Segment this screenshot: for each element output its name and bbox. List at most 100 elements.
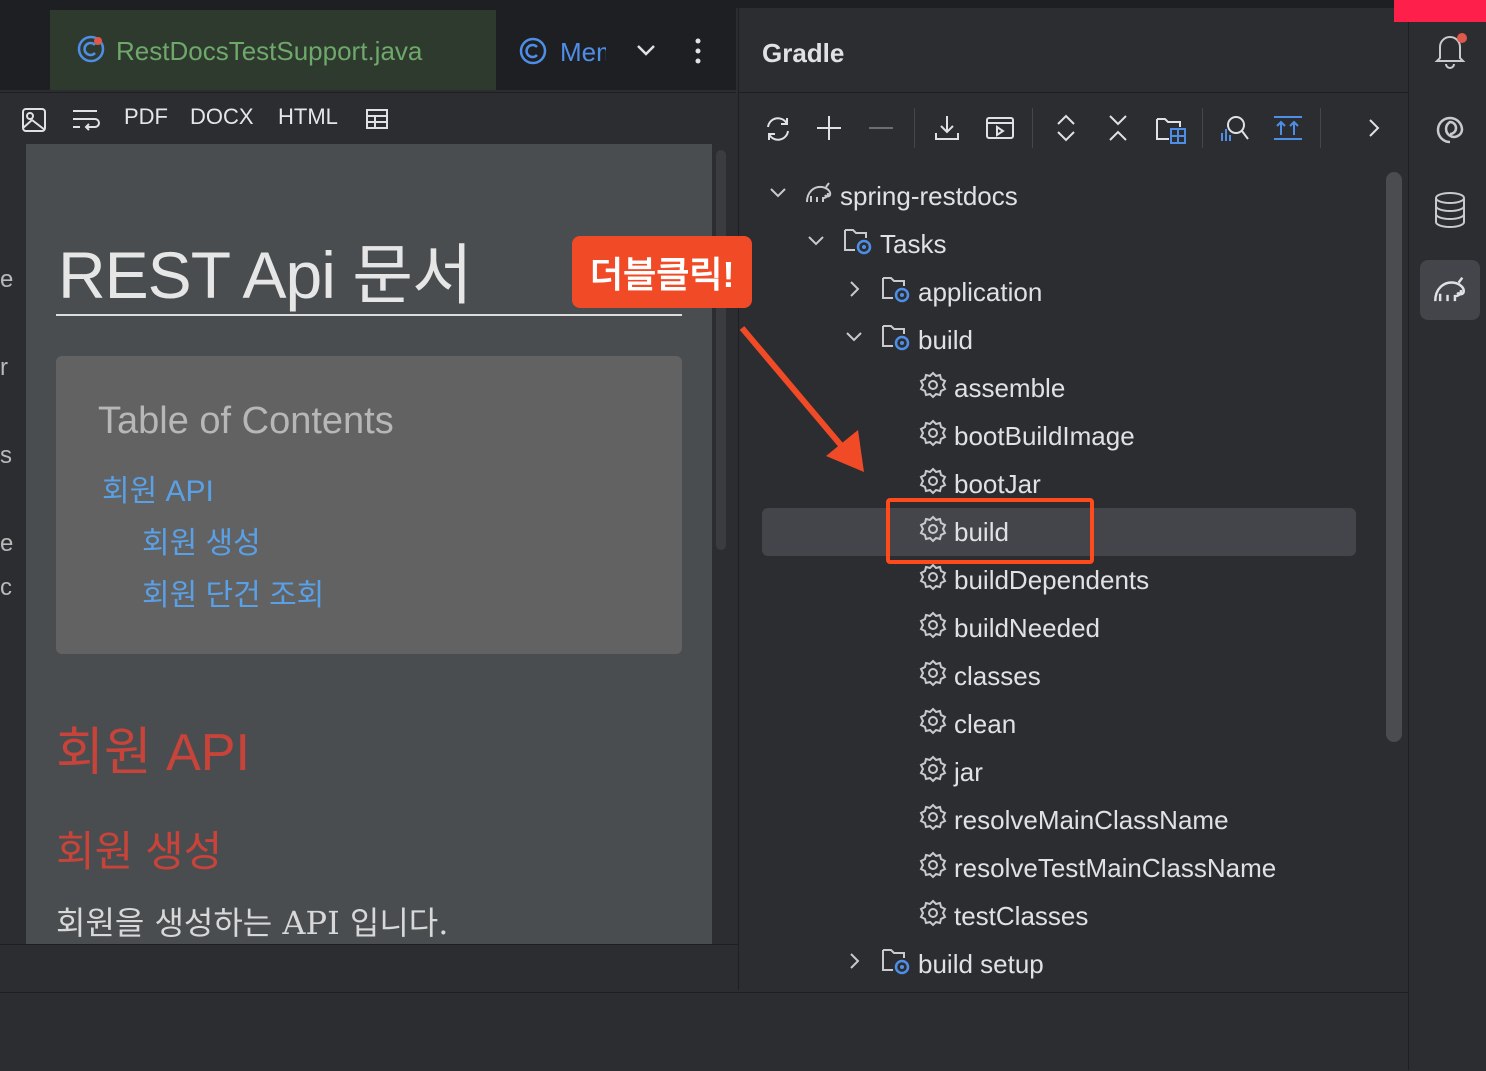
section-heading-member-create: 회원 생성 [56, 828, 223, 875]
chevron-down-icon[interactable] [804, 229, 828, 260]
chevron-down-icon[interactable] [766, 181, 790, 212]
chevron-right-icon[interactable] [842, 949, 866, 980]
task-folder-icon [842, 226, 874, 263]
right-tool-strip [1408, 0, 1486, 1070]
expand-all-icon[interactable] [1052, 113, 1080, 148]
toolbar-separator [1320, 108, 1321, 148]
tree-label: build setup [918, 948, 1044, 979]
task-folder-icon [880, 946, 912, 983]
tree-label: clean [954, 708, 1017, 739]
tree-label: buildNeeded [954, 612, 1101, 643]
gradle-elephant-icon [804, 180, 834, 213]
toc-link-member-get[interactable]: 회원 단건 조회 [142, 570, 324, 614]
tree-node-task[interactable]: assemble [918, 364, 1065, 412]
tree-label: classes [954, 660, 1041, 691]
document-title: REST Api 문서 [58, 238, 473, 312]
add-icon[interactable] [814, 113, 844, 148]
tree-label: spring-restdocs [840, 180, 1018, 211]
gradle-tool-button[interactable] [1420, 260, 1480, 320]
gear-icon [918, 610, 948, 647]
gear-icon [918, 898, 948, 935]
table-of-contents: Table of Contents 회원 API 회원 생성 회원 단건 조회 [56, 356, 682, 654]
gear-icon [918, 418, 948, 455]
preview-scrollbar[interactable] [716, 150, 726, 550]
tree-node-task[interactable]: clean [918, 700, 1016, 748]
export-html-button[interactable]: HTML [278, 104, 338, 130]
section-paragraph: 회원을 생성하는 API 입니다. [56, 904, 449, 942]
tree-scrollbar[interactable] [1386, 172, 1402, 742]
tree-node-tasks[interactable]: Tasks [804, 220, 946, 268]
tree-node-build-setup[interactable]: build setup [842, 940, 1044, 988]
gutter-fragment: c [0, 574, 12, 601]
tab-label: RestDocsTestSupport.java [116, 36, 423, 66]
gutter-fragment: s [0, 442, 12, 469]
recording-indicator [1394, 0, 1486, 22]
gear-icon [918, 850, 948, 887]
tree-node-application[interactable]: application [842, 268, 1042, 316]
ai-assistant-icon[interactable] [1432, 112, 1468, 153]
editor-bottom-area [0, 944, 738, 991]
tree-label: build [918, 324, 973, 355]
toc-link-member-create[interactable]: 회원 생성 [142, 518, 261, 562]
highlight-box [886, 498, 1094, 564]
section-heading-member-api: 회원 API [56, 724, 250, 782]
export-pdf-button[interactable]: PDF [124, 104, 168, 130]
toolbar-separator [1202, 108, 1203, 148]
table-icon[interactable] [364, 106, 390, 137]
tab-restdocs-support[interactable]: RestDocsTestSupport.java [50, 10, 496, 90]
toc-link-member-api[interactable]: 회원 API [102, 466, 214, 510]
reload-icon[interactable] [762, 113, 794, 150]
task-folder-icon [880, 322, 912, 359]
chevron-right-icon[interactable] [1364, 116, 1384, 145]
tree-label: buildDependents [954, 564, 1150, 595]
export-docx-button[interactable]: DOCX [190, 104, 254, 130]
collapse-all-icon[interactable] [1104, 113, 1132, 148]
chevron-down-icon[interactable] [634, 38, 658, 67]
database-icon[interactable] [1432, 190, 1468, 235]
toc-title: Table of Contents [98, 400, 394, 442]
tree-node-task[interactable]: resolveTestMainClassName [918, 844, 1276, 892]
java-class-icon [76, 34, 106, 69]
gutter-fragment: e [0, 266, 14, 293]
bottom-panel [0, 992, 1408, 1071]
tree-label: testClasses [954, 900, 1089, 931]
download-icon[interactable] [932, 113, 962, 148]
chevron-right-icon[interactable] [842, 277, 866, 308]
gradle-panel-title: Gradle [762, 38, 845, 68]
title-divider [56, 314, 682, 316]
tree-node-task[interactable]: jar [918, 748, 983, 796]
toolbar-separator [914, 108, 915, 148]
wrap-lines-icon[interactable] [70, 106, 102, 139]
tree-label: resolveTestMainClassName [954, 852, 1277, 883]
tree-node-project[interactable]: spring-restdocs [766, 172, 1018, 220]
gear-icon [918, 754, 948, 791]
gear-icon [918, 706, 948, 743]
notifications-icon[interactable] [1432, 30, 1468, 75]
tree-label: bootJar [954, 468, 1041, 499]
remove-icon[interactable] [866, 113, 896, 148]
show-ignored-icon[interactable] [1272, 113, 1304, 148]
gear-icon [918, 658, 948, 695]
tree-node-task[interactable]: buildNeeded [918, 604, 1100, 652]
execute-task-icon[interactable] [984, 113, 1016, 148]
java-class-icon [518, 36, 548, 70]
gear-icon [918, 370, 948, 407]
tab-member-api-docs[interactable]: MemberApiDocsTest.java [516, 34, 606, 70]
task-folder-icon [880, 274, 912, 311]
image-icon[interactable] [20, 106, 48, 139]
tree-label: jar [954, 756, 983, 787]
tree-node-task[interactable]: classes [918, 652, 1041, 700]
tree-label: Tasks [880, 228, 947, 259]
gutter-fragment: e [0, 530, 14, 557]
group-modules-icon[interactable] [1154, 113, 1188, 150]
toolbar-separator [1032, 108, 1033, 148]
gradle-elephant-icon [1430, 274, 1470, 311]
analyze-dependencies-icon[interactable] [1218, 113, 1250, 150]
tree-node-task[interactable]: bootBuildImage [918, 412, 1135, 460]
more-options-icon[interactable] [690, 36, 706, 71]
gear-icon [918, 802, 948, 839]
title-strip [0, 0, 1486, 8]
double-click-callout: 더블클릭! [572, 236, 753, 308]
tree-node-task[interactable]: testClasses [918, 892, 1088, 940]
tree-node-task[interactable]: resolveMainClassName [918, 796, 1229, 844]
